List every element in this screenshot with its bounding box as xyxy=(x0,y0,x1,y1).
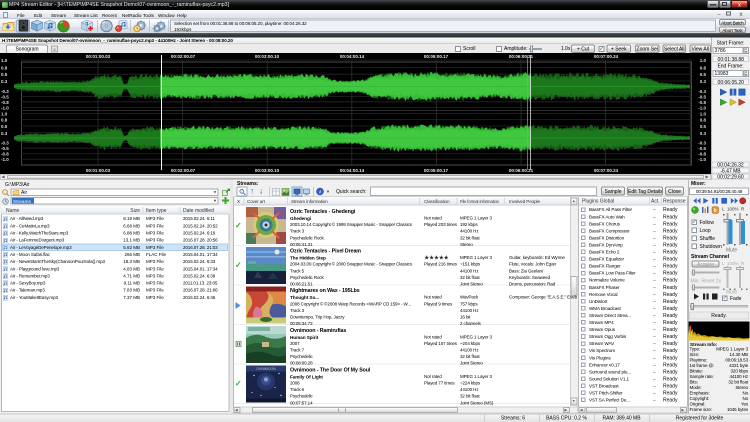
svg-text:OVNIMOON: OVNIMOON xyxy=(256,367,276,371)
svg-text:b: b xyxy=(714,208,717,214)
